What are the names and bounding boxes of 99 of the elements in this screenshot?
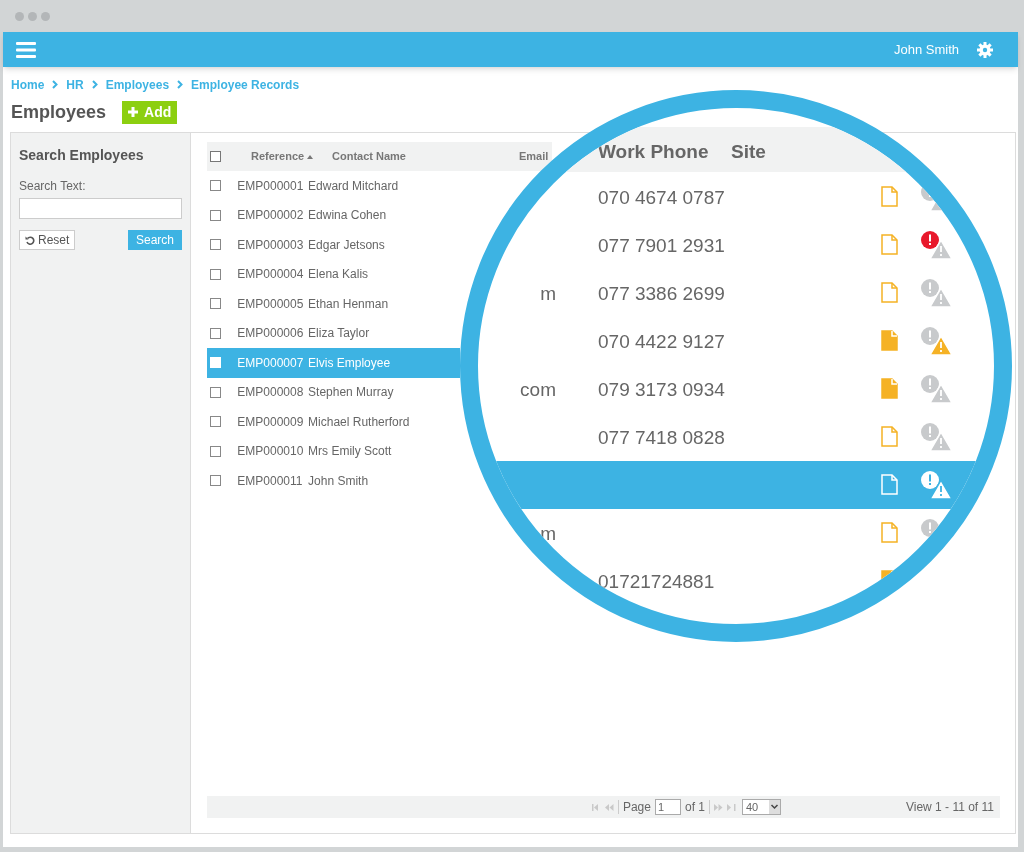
contact-name-cell: Eliza Taylor bbox=[308, 326, 370, 341]
page-count: of 1 bbox=[684, 799, 705, 816]
document-icon[interactable] bbox=[881, 186, 898, 207]
reference-cell: EMP000002 bbox=[237, 208, 304, 223]
menu-icon[interactable] bbox=[16, 41, 36, 58]
row-checkbox[interactable] bbox=[210, 268, 221, 280]
record-summary: View 1 - 11 of 11 bbox=[905, 799, 994, 816]
plus-icon bbox=[128, 107, 139, 117]
work-phone-cell-text: 077 3386 2699 bbox=[598, 282, 725, 306]
row-checkbox[interactable] bbox=[210, 416, 221, 428]
magnified-row[interactable]: 070 4422 9127 bbox=[478, 317, 994, 365]
page-title: Employees bbox=[11, 100, 107, 124]
chevron-icon bbox=[177, 80, 184, 89]
reference-cell: EMP000011 bbox=[237, 473, 303, 488]
table-row[interactable]: EMP000008 Stephen Murray bbox=[207, 377, 460, 407]
work-phone-cell-text: 077 7418 0828 bbox=[598, 426, 725, 450]
column-header[interactable]: Site bbox=[731, 138, 766, 167]
document-icon[interactable] bbox=[881, 282, 898, 303]
table-row[interactable]: EMP000010 Mrs Emily Scott bbox=[207, 436, 460, 466]
table-row[interactable]: EMP000002 Edwina Cohen bbox=[207, 200, 460, 230]
reference-cell: EMP000009 bbox=[237, 414, 304, 429]
column-header[interactable]: Contact Name bbox=[332, 151, 406, 162]
document-icon[interactable] bbox=[881, 234, 898, 255]
reference-cell: EMP000007 bbox=[237, 355, 304, 370]
chevron-icon bbox=[52, 80, 59, 89]
row-checkbox[interactable] bbox=[210, 298, 221, 310]
document-icon[interactable] bbox=[881, 330, 898, 351]
undo-icon bbox=[25, 235, 35, 245]
alert-icon[interactable] bbox=[921, 519, 939, 537]
email-cell-text: com bbox=[520, 378, 556, 402]
sort-caret-icon[interactable] bbox=[307, 154, 314, 159]
column-header[interactable]: Reference bbox=[251, 151, 305, 162]
row-checkbox[interactable] bbox=[210, 180, 221, 192]
reference-cell: EMP000008 bbox=[237, 385, 304, 400]
settings-icon[interactable] bbox=[977, 41, 993, 58]
contact-name-cell: Mrs Emily Scott bbox=[308, 444, 392, 459]
select-all-checkbox[interactable] bbox=[210, 151, 221, 162]
contact-name-cell: Michael Rutherford bbox=[308, 414, 410, 429]
table-row[interactable]: EMP000003 Edgar Jetsons bbox=[207, 230, 460, 260]
email-cell-text: m bbox=[540, 282, 556, 306]
work-phone-cell-text: 070 4674 0787 bbox=[598, 186, 725, 210]
column-header[interactable]: Email bbox=[519, 151, 549, 162]
reference-cell: EMP000005 bbox=[237, 296, 304, 311]
work-phone-cell-text: 070 4422 9127 bbox=[598, 330, 725, 354]
reference-cell: EMP000010 bbox=[237, 444, 304, 459]
work-phone-cell-text: 079 3173 0934 bbox=[598, 378, 725, 402]
alert-icon[interactable] bbox=[921, 231, 952, 259]
row-checkbox[interactable] bbox=[210, 445, 221, 457]
reference-cell: EMP000003 bbox=[237, 237, 304, 252]
contact-name-cell: Ethan Henman bbox=[308, 296, 389, 311]
field-label: Search Text: bbox=[19, 178, 87, 195]
table-row[interactable]: EMP000006 Eliza Taylor bbox=[207, 318, 460, 348]
contact-name-cell: Elvis Employee bbox=[308, 355, 391, 370]
row-checkbox[interactable] bbox=[210, 327, 221, 339]
window-dots-icon bbox=[15, 11, 51, 21]
work-phone-cell-text: 077 7901 2931 bbox=[598, 234, 725, 258]
contact-name-cell: Edgar Jetsons bbox=[308, 237, 385, 252]
reset-button[interactable]: Reset bbox=[19, 230, 76, 250]
reference-cell: EMP000001 bbox=[237, 178, 304, 193]
reference-cell: EMP000004 bbox=[237, 267, 304, 282]
magnified-row[interactable]: com 079 3173 0934 bbox=[478, 365, 994, 413]
table-row[interactable]: EMP000001 Edward Mitchard bbox=[207, 171, 460, 201]
page-size-select[interactable]: 40 bbox=[742, 799, 781, 815]
table-row[interactable]: EMP000009 Michael Rutherford bbox=[207, 407, 460, 437]
first-page-icon[interactable] bbox=[591, 803, 601, 811]
page-number-field[interactable]: 1 bbox=[654, 799, 681, 815]
row-checkbox[interactable] bbox=[210, 475, 221, 487]
contact-name-cell: Edward Mitchard bbox=[308, 178, 399, 193]
document-icon[interactable] bbox=[881, 426, 898, 447]
magnified-row[interactable]: 077 7418 0828 bbox=[478, 413, 994, 461]
row-checkbox[interactable] bbox=[210, 209, 221, 221]
magnified-row[interactable]: 01721724881 bbox=[478, 557, 994, 605]
magnified-row[interactable]: 070 4674 0787 bbox=[478, 173, 994, 221]
document-icon[interactable] bbox=[881, 378, 898, 399]
table-row[interactable]: EMP000004 Elena Kalis bbox=[207, 259, 460, 289]
document-icon[interactable] bbox=[881, 522, 898, 543]
contact-name-cell: Edwina Cohen bbox=[308, 208, 387, 223]
table-row[interactable]: EMP000011 John Smith bbox=[207, 466, 460, 496]
chevron-icon bbox=[91, 80, 98, 89]
contact-name-cell: John Smith bbox=[308, 473, 369, 488]
table-row[interactable]: EMP000005 Ethan Henman bbox=[207, 289, 460, 319]
panel-title: Search Employees bbox=[19, 146, 145, 165]
last-page-icon[interactable] bbox=[727, 803, 736, 811]
contact-name-cell: Elena Kalis bbox=[308, 267, 369, 282]
work-phone-cell-text: 01721724881 bbox=[598, 570, 715, 594]
magnified-row[interactable]: 077 7901 2931 bbox=[478, 221, 994, 269]
next-page-icon[interactable] bbox=[714, 803, 723, 811]
alert-icon[interactable] bbox=[921, 471, 952, 499]
page-label: Page bbox=[622, 799, 651, 816]
search-field[interactable] bbox=[19, 198, 182, 219]
reference-cell: EMP000006 bbox=[237, 326, 304, 341]
row-checkbox[interactable] bbox=[210, 239, 221, 251]
row-checkbox[interactable] bbox=[210, 386, 221, 398]
contact-name-cell: Stephen Murray bbox=[308, 385, 394, 400]
alert-icon[interactable] bbox=[921, 327, 952, 355]
dropdown-caret-icon bbox=[769, 800, 780, 814]
previous-page-icon[interactable] bbox=[604, 803, 614, 811]
magnified-row[interactable]: m 077 3386 2699 bbox=[478, 269, 994, 317]
column-header[interactable]: Work Phone bbox=[598, 138, 709, 167]
